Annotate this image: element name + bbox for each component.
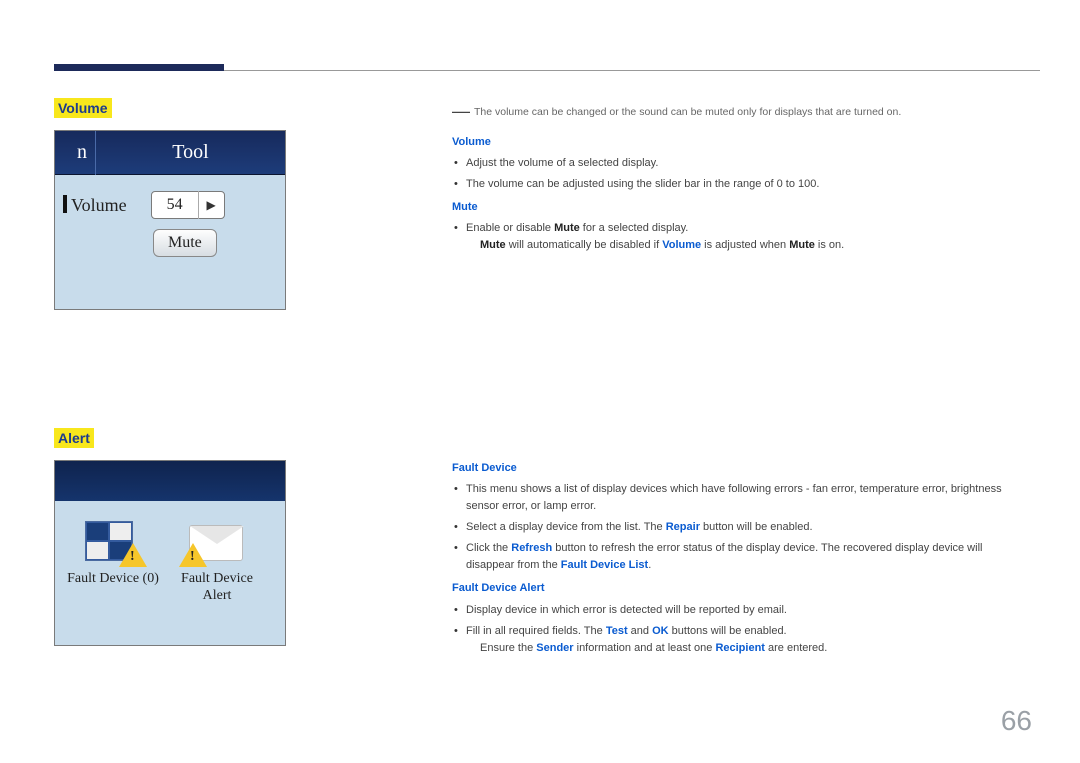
tab-cropped: n — [55, 141, 95, 164]
left-column: Volume n Tool Volume 54 ▶ Mute — [54, 98, 304, 646]
volume-value: 54 — [152, 196, 198, 214]
volume-step-icon[interactable]: ▶ — [198, 191, 224, 219]
alert-heading: Alert — [54, 428, 94, 448]
list-item: Click the Refresh button to refresh the … — [466, 540, 1030, 574]
fda-note: Ensure the Sender information and at lea… — [466, 640, 1030, 657]
list-item: Enable or disable Mute for a selected di… — [466, 220, 1030, 254]
volume-subheading: Volume — [452, 134, 1030, 151]
list-item: Adjust the volume of a selected display. — [466, 155, 1030, 172]
page-number: 66 — [1001, 705, 1032, 737]
tab-tool[interactable]: Tool — [96, 141, 285, 164]
fault-device-tile[interactable]: Fault Device (0) — [67, 517, 159, 605]
volume-heading: Volume — [54, 98, 112, 118]
right-column: ―The volume can be changed or the sound … — [452, 98, 1030, 661]
alert-text-block: Fault Device This menu shows a list of d… — [452, 460, 1030, 656]
list-item: Display device in which error is detecte… — [466, 602, 1030, 619]
mute-subheading: Mute — [452, 199, 1030, 216]
fault-device-alert-tile[interactable]: Fault Device Alert — [171, 517, 263, 605]
alert-screenshot: Fault Device (0) Fault Device Alert — [54, 460, 286, 646]
mute-button[interactable]: Mute — [153, 229, 217, 257]
list-item: The volume can be adjusted using the sli… — [466, 176, 1030, 193]
volume-spinbox[interactable]: 54 ▶ — [151, 191, 225, 219]
warning-icon — [119, 543, 147, 567]
fault-device-label: Fault Device (0) — [67, 571, 159, 588]
note-line: ―The volume can be changed or the sound … — [452, 98, 1030, 126]
list-item: This menu shows a list of display device… — [466, 481, 1030, 515]
fault-alert-icon — [185, 517, 249, 565]
volume-tabbar: n Tool — [55, 131, 285, 175]
volume-panel-body: Volume 54 ▶ Mute — [55, 175, 285, 257]
mute-list: Enable or disable Mute for a selected di… — [452, 220, 1030, 254]
fault-device-subheading: Fault Device — [452, 460, 1030, 477]
volume-list: Adjust the volume of a selected display.… — [452, 155, 1030, 193]
volume-screenshot: n Tool Volume 54 ▶ Mute — [54, 130, 286, 310]
list-item: Select a display device from the list. T… — [466, 519, 1030, 536]
fault-device-alert-list: Display device in which error is detecte… — [452, 602, 1030, 657]
volume-section: Volume n Tool Volume 54 ▶ Mute — [54, 98, 304, 310]
warning-icon — [179, 543, 207, 567]
fault-device-list: This menu shows a list of display device… — [452, 481, 1030, 574]
fault-device-alert-subheading: Fault Device Alert — [452, 580, 1030, 597]
fault-alert-label: Fault Device Alert — [171, 571, 263, 605]
mute-note: Mute will automatically be disabled if V… — [466, 237, 1030, 254]
header-accent-bar — [54, 64, 224, 71]
volume-field-label: Volume — [63, 195, 127, 216]
fault-device-icon — [81, 517, 145, 565]
alert-section: Alert Fault Device (0) Fault Device Al — [54, 428, 304, 646]
list-item: Fill in all required fields. The Test an… — [466, 623, 1030, 657]
alert-top-bar — [55, 461, 285, 501]
